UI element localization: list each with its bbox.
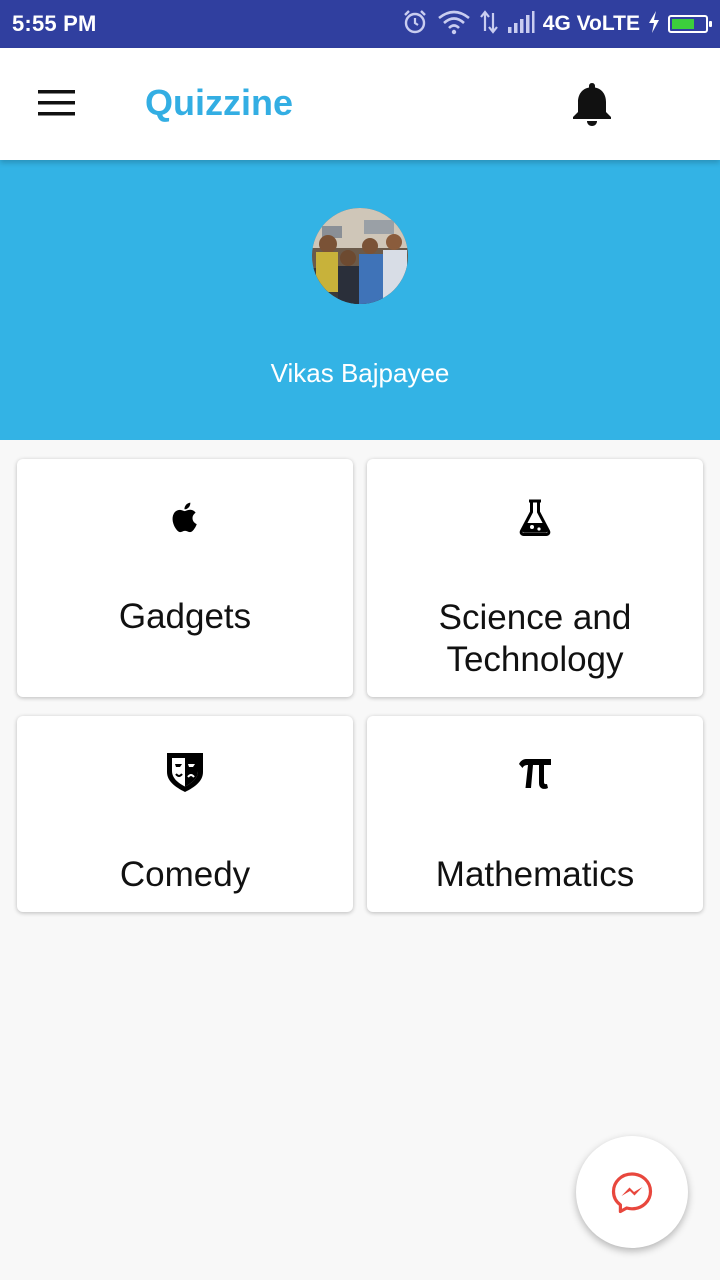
flask-icon: [519, 499, 551, 536]
network-type-label: 4G VoLTE: [542, 12, 640, 35]
battery-level: [672, 19, 695, 29]
data-transfer-icon: [479, 9, 499, 40]
notifications-button[interactable]: [566, 78, 618, 130]
hamburger-menu-icon: [38, 90, 75, 116]
category-label-line-1: Science and: [438, 598, 632, 637]
app-toolbar: Quizzine: [0, 48, 720, 160]
status-icons: 4G VoLTE: [401, 8, 712, 41]
app-title: Quizzine: [145, 82, 294, 123]
signal-icon: [507, 10, 535, 39]
category-label: Mathematics: [435, 855, 635, 894]
messenger-icon: [611, 1172, 653, 1214]
category-label: Science and Technology: [367, 597, 703, 681]
status-bar: 5:55 PM 4G VoLTE: [0, 0, 720, 48]
category-card-science-and-technology[interactable]: Science and Technology: [367, 459, 703, 697]
status-time: 5:55 PM: [12, 11, 97, 36]
category-label-line-2: Technology: [446, 640, 624, 679]
category-label: Comedy: [119, 855, 251, 894]
category-card-gadgets[interactable]: Gadgets: [17, 459, 353, 697]
wifi-icon: [437, 9, 471, 40]
apple-icon: [172, 502, 197, 533]
alarm-icon: [401, 8, 429, 41]
profile-name: Vikas Bajpayee: [270, 358, 450, 388]
category-card-comedy[interactable]: Comedy: [17, 716, 353, 912]
messenger-chat-button[interactable]: [576, 1136, 688, 1248]
profile-header: Vikas Bajpayee: [0, 160, 720, 440]
category-card-mathematics[interactable]: Mathematics: [367, 716, 703, 912]
category-label: Gadgets: [118, 597, 252, 636]
pi-icon: [519, 759, 551, 789]
theater-mask-icon: [167, 753, 203, 792]
avatar[interactable]: [312, 208, 408, 304]
charging-bolt-icon: [648, 10, 660, 38]
profile-photo: [312, 208, 408, 304]
menu-button[interactable]: [30, 84, 82, 124]
bell-icon: [573, 83, 611, 126]
battery-icon: [668, 15, 712, 33]
